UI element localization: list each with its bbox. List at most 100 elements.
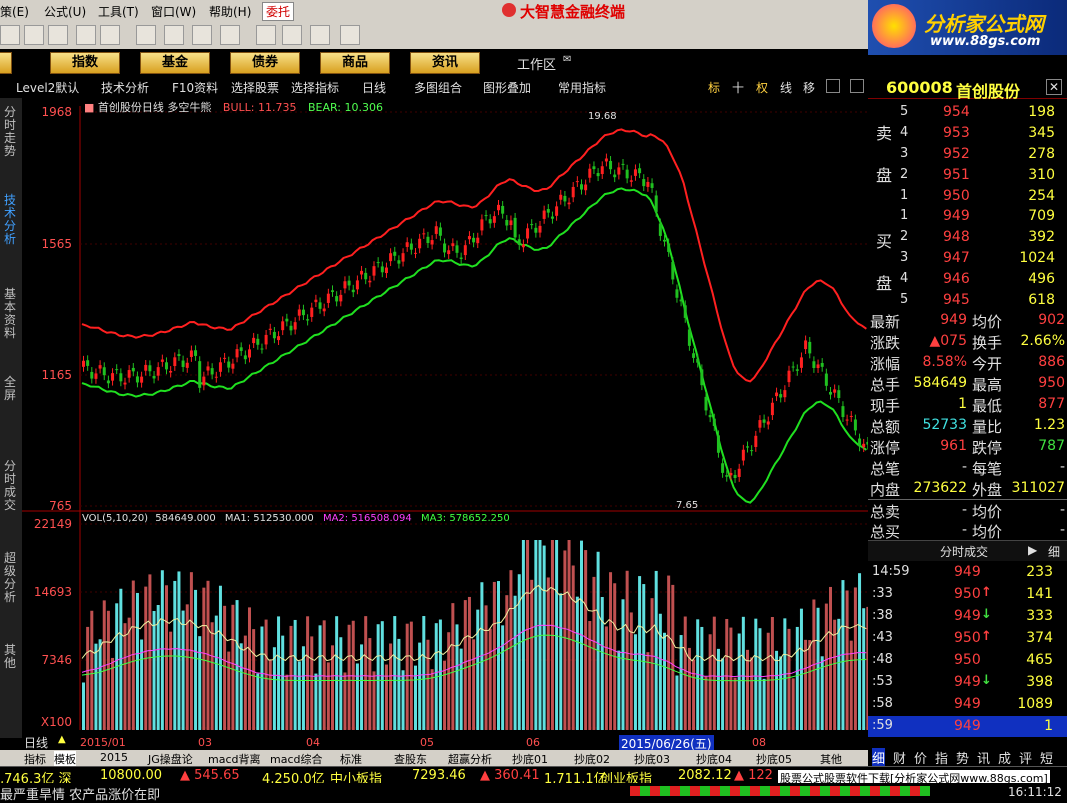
tab-timeshare[interactable]: 分时走势	[4, 106, 18, 158]
period-select[interactable]: 日线	[362, 79, 386, 96]
tick-row[interactable]: :43 950 ↑ 374	[868, 628, 1067, 649]
workspace-label[interactable]: 工作区	[517, 54, 556, 73]
rights-button[interactable]: 权	[756, 79, 768, 96]
books-icon[interactable]	[310, 25, 330, 45]
question-icon[interactable]	[136, 25, 156, 45]
chart-area[interactable]	[22, 98, 868, 738]
move-button[interactable]: 移	[803, 79, 815, 96]
tab-bottom04[interactable]: 抄底04	[696, 751, 732, 767]
panel-tab[interactable]: 讯	[977, 748, 990, 767]
tick-row[interactable]: :48 950 465	[868, 650, 1067, 671]
panel-tab[interactable]: 价	[914, 748, 927, 767]
tab-macd-all[interactable]: macd综合	[270, 751, 323, 767]
tab-super[interactable]: 超赢分析	[448, 751, 492, 767]
tech-analysis-select[interactable]: 技术分析	[101, 79, 149, 96]
edit-icon[interactable]	[340, 25, 360, 45]
tab-tech-analysis[interactable]: 技术分析	[4, 194, 18, 246]
overlay-button[interactable]: 图形叠加	[483, 79, 531, 96]
cat-news[interactable]: 资讯	[410, 52, 480, 74]
multi-chart-button[interactable]: 多图组合	[414, 79, 462, 96]
panel-tab[interactable]: 财	[893, 748, 906, 767]
tab-2015[interactable]: 2015	[100, 751, 128, 764]
menu-item-window[interactable]: 窗口(W)	[151, 3, 196, 20]
panel-tab[interactable]: 细	[872, 748, 886, 767]
panel-tab[interactable]: 势	[956, 748, 969, 767]
news-ticker[interactable]: 最严重旱情 农产品涨价在即	[0, 784, 160, 803]
tab-super-analysis[interactable]: 超级分析	[4, 552, 18, 604]
tab-macd-div[interactable]: macd背离	[208, 751, 261, 767]
menu-item-trade[interactable]: 委托	[262, 2, 295, 21]
tab-fullscreen[interactable]: 全屏	[4, 376, 18, 402]
tick-row[interactable]: :58 949 1089	[868, 694, 1067, 715]
mark-button[interactable]: 标	[708, 79, 720, 96]
tab-bottom01[interactable]: 抄底01	[512, 751, 548, 767]
select-indicator-button[interactable]: 选择指标	[291, 79, 339, 96]
red-bird-icon[interactable]	[192, 25, 212, 45]
binoculars-icon[interactable]	[76, 25, 96, 45]
printer-icon[interactable]	[256, 25, 276, 45]
diamond-icon[interactable]	[164, 25, 184, 45]
chart-icon[interactable]	[48, 25, 68, 45]
sell-row[interactable]: 2 951 310	[898, 165, 1067, 186]
menu-item-strategy[interactable]: 策(E)	[0, 3, 29, 20]
tab-holders[interactable]: 查股东	[394, 751, 427, 767]
grid-icon[interactable]	[850, 79, 864, 93]
sell-row[interactable]: 1 950 254	[898, 186, 1067, 207]
common-indicator-select[interactable]: 常用指标	[558, 79, 606, 96]
buy-row[interactable]: 5 945 618	[898, 290, 1067, 311]
panel-tab[interactable]: 指	[935, 748, 948, 767]
tick-row[interactable]: :59 949 1	[868, 716, 1067, 737]
close-icon[interactable]: ✕	[1046, 79, 1062, 95]
tick-row[interactable]: :33 950 ↑ 141	[868, 584, 1067, 605]
cat-commodity[interactable]: 商品	[320, 52, 390, 74]
blue-bird-icon[interactable]	[220, 25, 240, 45]
tab-template[interactable]: 模板	[54, 751, 76, 767]
tick-row[interactable]: 14:59 949 233	[868, 562, 1067, 583]
restore-icon[interactable]	[826, 79, 840, 93]
cat-index[interactable]: 指数	[50, 52, 120, 74]
menu-item-formula[interactable]: 公式(U)	[44, 3, 86, 20]
tab-other[interactable]: 其他	[4, 644, 18, 670]
tab-basic-info[interactable]: 基本资料	[4, 288, 18, 340]
mail-icon[interactable]: ✉	[563, 54, 571, 65]
panel-tab[interactable]: 评	[1019, 748, 1032, 767]
line-button[interactable]: 线	[780, 79, 792, 96]
layout-select[interactable]: Level2默认	[16, 79, 79, 96]
sell-row[interactable]: 4 953 345	[898, 123, 1067, 144]
tab-jg[interactable]: JG操盘论	[148, 751, 193, 767]
tick-row[interactable]: :53 949 ↓ 398	[868, 672, 1067, 693]
stocks-icon[interactable]	[100, 25, 120, 45]
cat-stock[interactable]: 股	[0, 52, 12, 74]
ticks-detail-button[interactable]: 细	[1048, 543, 1060, 560]
buy-row[interactable]: 1 949 709	[898, 206, 1067, 227]
tab-indicator[interactable]: 指标	[24, 751, 46, 767]
tab-bottom02[interactable]: 抄底02	[574, 751, 610, 767]
panel-tab[interactable]: 成	[998, 748, 1011, 767]
cat-bond[interactable]: 债券	[230, 52, 300, 74]
crosshair-button[interactable]: 十	[732, 79, 744, 96]
tick-row[interactable]: :38 949 ↓ 333	[868, 606, 1067, 627]
tab-other-ind[interactable]: 其他	[820, 751, 842, 767]
flag-cn-icon[interactable]	[24, 25, 44, 45]
volume-bar	[858, 573, 862, 730]
flag-icon[interactable]	[0, 25, 20, 45]
sell-row[interactable]: 5 954 198	[898, 102, 1067, 123]
tab-bottom03[interactable]: 抄底03	[634, 751, 670, 767]
indicator-tab-bar: 指标 模板 2015 JG操盘论 macd背离 macd综合 标准 查股东 超赢…	[0, 750, 868, 767]
select-stock-button[interactable]: 选择股票	[231, 79, 279, 96]
buy-row[interactable]: 4 946 496	[898, 269, 1067, 290]
buy-row[interactable]: 2 948 392	[898, 227, 1067, 248]
period-label[interactable]: 日线	[24, 734, 48, 751]
menu-item-help[interactable]: 帮助(H)	[209, 3, 251, 20]
play-icon[interactable]: ▶	[1028, 543, 1037, 557]
tab-ticks[interactable]: 分时成交	[4, 460, 18, 512]
buy-row[interactable]: 3 947 1024	[898, 248, 1067, 269]
cat-fund[interactable]: 基金	[140, 52, 210, 74]
menu-item-tools[interactable]: 工具(T)	[98, 3, 139, 20]
panel-tab[interactable]: 短	[1040, 748, 1053, 767]
tab-standard[interactable]: 标准	[340, 751, 362, 767]
tab-bottom05[interactable]: 抄底05	[756, 751, 792, 767]
sell-row[interactable]: 3 952 278	[898, 144, 1067, 165]
f10-button[interactable]: F10资料	[172, 79, 218, 96]
window-icon[interactable]	[282, 25, 302, 45]
